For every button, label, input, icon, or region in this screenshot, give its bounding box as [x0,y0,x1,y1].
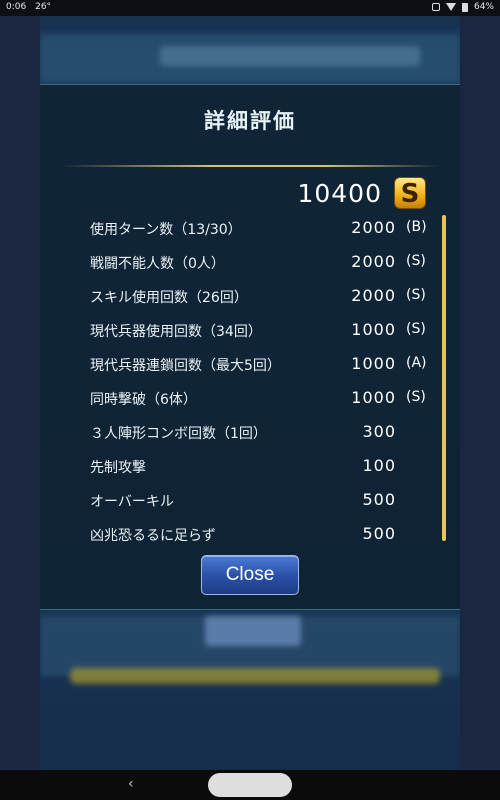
alarm-icon [431,3,440,11]
list-item: 現代兵器連鎖回数（最大5回） 1000 (A) [90,347,430,381]
item-value: 500 [362,524,396,543]
item-label: 同時撃破（6体） [90,392,197,408]
battery-level: 64% [473,2,494,12]
item-label: 凶兆恐るるに足らず [90,528,216,543]
item-value: 1000 [351,354,396,373]
home-pill-icon[interactable] [208,773,292,797]
item-grade: (S) [406,321,426,337]
title-divider [60,165,440,167]
item-grade: (S) [406,253,426,269]
list-item: 凶兆恐るるに足らず 500 [90,517,430,543]
list-item: 同時撃破（6体） 1000 (S) [90,381,430,415]
item-value: 2000 [351,218,396,237]
item-label: オーバーキル [90,494,174,510]
item-grade: (A) [406,355,427,371]
dialog-title: 詳細評価 [204,109,296,133]
wifi-icon [445,3,456,11]
evaluation-list[interactable]: 使用ターン数（13/30） 2000 (B) 戦闘不能人数（0人） 2000 (… [90,211,430,543]
bg-close-button [205,616,301,646]
item-label: 現代兵器使用回数（34回） [90,324,262,340]
list-item: 先制攻撃 100 [90,449,430,483]
item-value: 1000 [351,320,396,339]
list-item: 戦闘不能人数（0人） 2000 (S) [90,245,430,279]
list-item: オーバーキル 500 [90,483,430,517]
back-icon[interactable]: ‹ [128,776,134,792]
battery-icon [461,2,468,12]
total-score: 10400 [297,178,382,208]
item-grade: (S) [406,389,426,405]
status-temperature: 26° [35,2,52,12]
detail-evaluation-dialog: 詳細評価 10400 S 使用ターン数（13/30） 2000 (B) 戦闘不能… [40,84,460,610]
item-label: スキル使用回数（26回） [90,290,248,306]
right-letterbox [460,16,500,770]
item-label: 戦闘不能人数（0人） [90,256,225,272]
item-label: 使用ターン数（13/30） [90,222,242,238]
bg-bottom-band [40,706,460,770]
item-label: 先制攻撃 [90,460,146,476]
item-label: ３人陣形コンボ回数（1回） [90,426,267,442]
item-value: 2000 [351,252,396,271]
item-label: 現代兵器連鎖回数（最大5回） [90,358,281,374]
item-grade: (S) [406,287,426,303]
list-item: 使用ターン数（13/30） 2000 (B) [90,211,430,245]
bg-notice-text [70,668,440,684]
item-value: 100 [362,456,396,475]
item-grade: (B) [406,219,427,235]
close-button[interactable]: Close [201,555,299,595]
total-score-row: 10400 S [297,175,426,211]
list-item: 現代兵器使用回数（34回） 1000 (S) [90,313,430,347]
scrollbar-thumb[interactable] [442,215,446,541]
scrollbar[interactable] [442,215,446,541]
system-nav-bar: ‹ [0,770,500,800]
left-letterbox [0,16,40,770]
item-value: 2000 [351,286,396,305]
rank-badge-icon: S [394,177,426,209]
list-item: スキル使用回数（26回） 2000 (S) [90,279,430,313]
status-bar: 0:06 26° 64% [0,0,500,16]
item-value: 1000 [351,388,396,407]
list-item: ３人陣形コンボ回数（1回） 300 [90,415,430,449]
status-time: 0:06 [6,2,27,12]
bg-header-banner [160,46,420,66]
item-value: 300 [362,422,396,441]
item-value: 500 [362,490,396,509]
